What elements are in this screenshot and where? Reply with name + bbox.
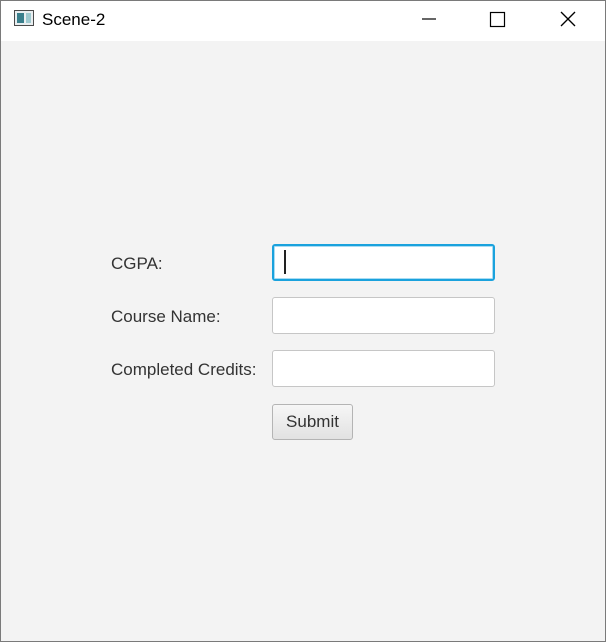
completed-credits-label: Completed Credits:: [111, 360, 257, 379]
title-bar[interactable]: Scene-2: [1, 1, 605, 41]
close-icon: [560, 11, 576, 27]
cgpa-label: CGPA:: [111, 254, 163, 273]
maximize-icon: [489, 11, 506, 28]
cgpa-input[interactable]: [272, 244, 495, 281]
submit-button[interactable]: Submit: [272, 404, 353, 440]
window-title: Scene-2: [42, 10, 106, 29]
course-name-label: Course Name:: [111, 307, 221, 326]
app-window: Scene-2 CGPA: Course Name: Completed Cre…: [0, 0, 606, 642]
maximize-button[interactable]: [473, 1, 519, 37]
app-icon: [14, 10, 34, 26]
close-button[interactable]: [543, 1, 589, 37]
completed-credits-input[interactable]: [272, 350, 495, 387]
course-name-input[interactable]: [272, 297, 495, 334]
minimize-button[interactable]: [405, 1, 451, 37]
text-caret: [284, 250, 286, 274]
minimize-icon: [422, 18, 436, 20]
